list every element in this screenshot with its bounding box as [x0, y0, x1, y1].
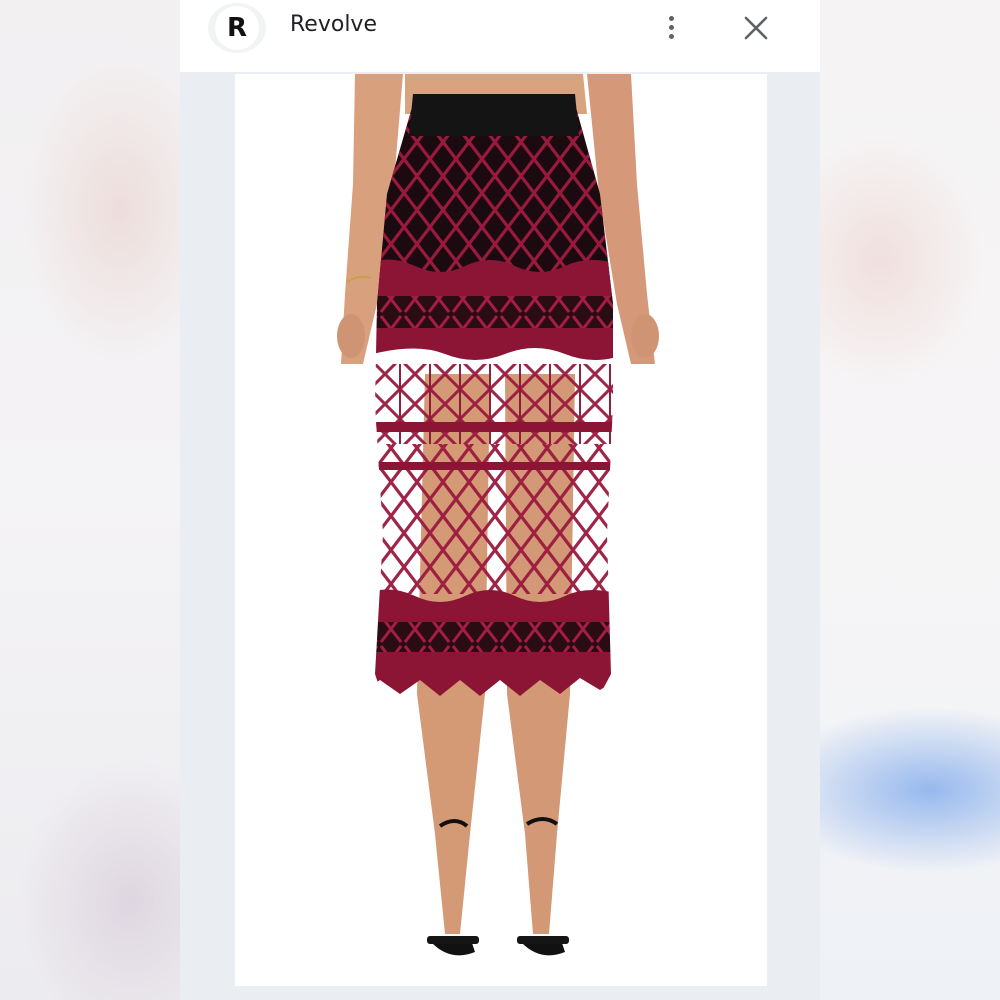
blurred-backdrop-right: [820, 0, 1000, 1000]
product-image[interactable]: [235, 74, 767, 986]
close-icon[interactable]: [740, 12, 772, 44]
image-viewer-sheet: R Revolve: [180, 0, 820, 1000]
more-vert-icon[interactable]: [658, 10, 684, 44]
skirt-illustration: [337, 74, 659, 956]
sheet-bottom-edge: [180, 986, 820, 1000]
blurred-backdrop-left: [0, 0, 180, 1000]
site-name[interactable]: Revolve: [290, 12, 377, 37]
site-favicon[interactable]: R: [208, 3, 266, 53]
site-favicon-letter: R: [215, 6, 259, 50]
viewer-header: R Revolve: [180, 0, 820, 72]
